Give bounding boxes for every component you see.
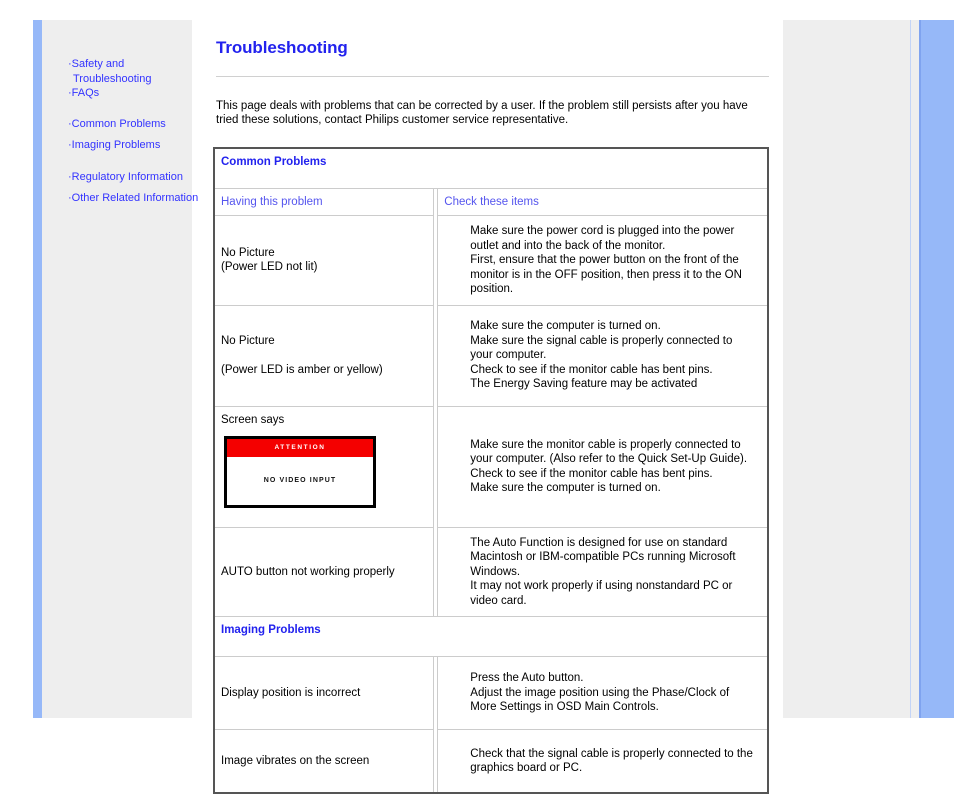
sidebar-item-label: FAQs: [71, 87, 100, 99]
cell-problem: No Picture (Power LED not lit): [213, 215, 435, 306]
sidebar-item-label: Imaging Problems: [71, 139, 161, 151]
right-panel: [783, 20, 910, 718]
sidebar-item-label: Regulatory Information: [71, 170, 183, 183]
table-column-header-row: Having this problem Check these items: [213, 188, 769, 216]
sidebar-item-label-continuation: Troubleshooting: [73, 72, 152, 85]
section-title-imaging-problems: Imaging Problems: [213, 616, 769, 657]
cell-problem: Screen says ATTENTION NO VIDEO INPUT: [213, 405, 435, 528]
cell-problem: Display position is incorrect: [213, 656, 435, 730]
intro-paragraph: This page deals with problems that can b…: [216, 100, 748, 126]
sidebar-item-safety-and-troubleshooting[interactable]: ·Safety and: [68, 57, 192, 72]
sidebar-item-label: Other Related Information: [71, 192, 199, 204]
sidebar-group-1: ·Safety and Troubleshooting ·FAQs: [68, 57, 192, 101]
troubleshooting-table: Common Problems Having this problem Chec…: [213, 147, 769, 794]
sidebar-item-other-related-information[interactable]: ·Other Related Information: [68, 191, 198, 206]
table-row: AUTO button not working properly The Aut…: [213, 526, 769, 617]
right-accent-strip: [921, 20, 954, 718]
column-header-checks: Check these items: [437, 188, 769, 216]
table-row: Image vibrates on the screen Check that …: [213, 729, 769, 794]
page-title: Troubleshooting: [216, 38, 348, 57]
column-header-problem: Having this problem: [213, 188, 435, 216]
cell-checks: Press the Auto button. Adjust the image p…: [437, 656, 769, 730]
cell-checks: Make sure the computer is turned on. Make…: [437, 304, 769, 407]
cell-problem: No Picture (Power LED is amber or yellow…: [213, 304, 435, 407]
table-section-header-row: Imaging Problems: [213, 616, 769, 657]
main-content: Troubleshooting This page deals with pro…: [213, 38, 769, 794]
title-divider: [216, 76, 769, 77]
section-title-common-problems: Common Problems: [213, 147, 769, 189]
cell-checks: Make sure the power cord is plugged into…: [437, 215, 769, 306]
attention-banner: ATTENTION: [227, 438, 373, 457]
sidebar-item-imaging-problems[interactable]: ·Imaging Problems: [68, 138, 192, 153]
cell-problem: AUTO button not working properly: [213, 526, 435, 617]
cell-problem-label: Screen says: [221, 413, 285, 426]
sidebar-item-label: Common Problems: [71, 117, 166, 130]
cell-problem: Image vibrates on the screen: [213, 729, 435, 794]
table-row: Screen says ATTENTION NO VIDEO INPUT Mak…: [213, 405, 769, 528]
page-root: ·Safety and Troubleshooting ·FAQs ·Commo…: [0, 0, 954, 794]
no-video-input-message: NO VIDEO INPUT: [263, 477, 337, 484]
sidebar-group-3: ·Regulatory Information ·Other Related I…: [68, 170, 198, 206]
cell-checks: Make sure the monitor cable is properly …: [437, 405, 769, 528]
right-gap: [911, 20, 919, 718]
cell-checks: The Auto Function is designed for use on…: [437, 526, 769, 617]
sidebar-item-faqs[interactable]: ·FAQs: [68, 86, 192, 101]
sidebar-nav: ·Safety and Troubleshooting ·FAQs ·Commo…: [68, 57, 198, 206]
table-row: No Picture (Power LED not lit) Make sure …: [213, 215, 769, 306]
sidebar-item-common-problems[interactable]: ·Common Problems: [68, 117, 192, 132]
table-row: Display position is incorrect Press the …: [213, 656, 769, 730]
monitor-warning-graphic: ATTENTION NO VIDEO INPUT: [224, 435, 376, 508]
sidebar-group-2: ·Common Problems ·Imaging Problems: [68, 117, 192, 153]
sidebar-item-regulatory-information[interactable]: ·Regulatory Information: [68, 170, 192, 185]
table-row: No Picture (Power LED is amber or yellow…: [213, 304, 769, 407]
cell-checks: Check that the signal cable is properly …: [437, 729, 769, 794]
table-section-header-row: Common Problems: [213, 147, 769, 189]
sidebar-item-label: Safety and: [71, 58, 125, 70]
